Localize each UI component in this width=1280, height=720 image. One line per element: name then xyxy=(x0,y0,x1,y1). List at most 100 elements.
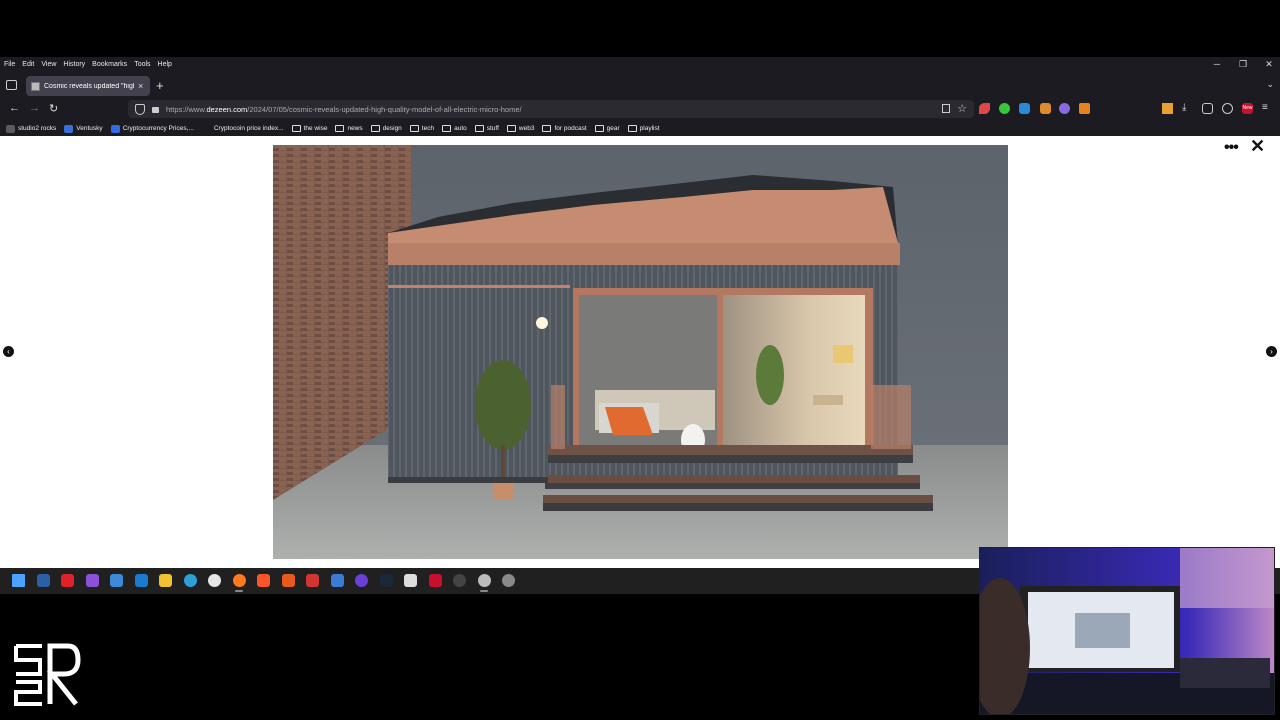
bookmark-label: studio2 rocks xyxy=(18,125,57,132)
extension-arrow-icon[interactable] xyxy=(1162,103,1173,114)
extension-purple-icon[interactable] xyxy=(1059,103,1070,114)
tab-list-chevron-icon[interactable]: ⌄ xyxy=(1266,79,1274,90)
app-circle-icon[interactable] xyxy=(355,574,368,587)
bookmark-label: for podcast xyxy=(554,125,587,132)
bookmark-auto[interactable]: auto xyxy=(442,125,467,132)
bookmark-cryptocurrency-prices[interactable]: Cryptocurrency Prices,... xyxy=(110,124,194,133)
app-red-icon[interactable] xyxy=(61,574,74,587)
extension-blue-badge-icon[interactable] xyxy=(1019,103,1030,114)
app-mask-icon[interactable] xyxy=(404,574,417,587)
metamask-icon[interactable] xyxy=(1079,103,1090,114)
bookmark-the-wise[interactable]: the wise xyxy=(291,125,328,132)
tab-active[interactable]: Cosmic reveals updated "high- × xyxy=(26,76,150,96)
address-bar[interactable]: https://www.dezeen.com/2024/07/05/cosmic… xyxy=(128,100,974,118)
calculator-icon[interactable] xyxy=(134,574,148,587)
bookmark-gear[interactable]: gear xyxy=(594,125,620,132)
menu-icon[interactable]: ≡ xyxy=(1262,102,1268,113)
micro-home-image xyxy=(273,145,1008,559)
visual-studio-icon[interactable] xyxy=(85,574,99,587)
running-indicator xyxy=(480,590,488,592)
micro-home-photo xyxy=(273,145,1008,559)
top-letterbox xyxy=(0,0,1280,57)
itunes-icon[interactable] xyxy=(208,574,221,587)
bookmark-studio2-rocks[interactable]: studio2 rocks xyxy=(6,124,57,133)
menu-help[interactable]: Help xyxy=(158,61,172,68)
app-blue-square-icon[interactable] xyxy=(330,574,344,587)
bookmark-stuff[interactable]: stuff xyxy=(474,125,499,132)
extension-orange-icon[interactable] xyxy=(1040,103,1051,114)
tab-title: Cosmic reveals updated "high- xyxy=(44,82,134,90)
folder-icon xyxy=(594,125,604,132)
remote-desktop-icon[interactable] xyxy=(110,574,123,587)
bookmark-for-podcast[interactable]: for podcast xyxy=(542,125,587,132)
screenshot-icon[interactable] xyxy=(1222,103,1233,114)
bookmark-label: the wise xyxy=(303,125,328,132)
app-orange-icon[interactable] xyxy=(281,574,295,587)
app-wave-icon[interactable] xyxy=(306,574,319,587)
restore-button[interactable]: ❐ xyxy=(1238,59,1248,70)
windows-start-icon[interactable] xyxy=(12,574,25,587)
new-badge-icon[interactable]: New xyxy=(1242,103,1253,114)
menu-history[interactable]: History xyxy=(63,61,85,68)
prev-image-button[interactable]: ‹ xyxy=(3,346,14,357)
tab-list-icon[interactable] xyxy=(6,80,17,90)
powershell-icon[interactable] xyxy=(36,574,50,587)
menu-bookmarks[interactable]: Bookmarks xyxy=(92,61,127,68)
next-image-button[interactable]: › xyxy=(1266,346,1277,357)
edge-icon[interactable] xyxy=(183,574,197,587)
settings-icon[interactable] xyxy=(502,574,515,587)
dezeen-favicon-icon xyxy=(31,81,40,91)
close-gallery-button[interactable]: ✕ xyxy=(1250,136,1265,157)
window-controls: ─ ❐ ✕ xyxy=(1212,59,1274,70)
bookmark-ventusky[interactable]: Ventusky xyxy=(64,124,103,133)
folder-icon xyxy=(291,125,301,132)
tab-strip: Cosmic reveals updated "high- × + ⌄ xyxy=(0,75,1280,97)
chrome-icon[interactable] xyxy=(477,574,491,587)
tab-close-icon[interactable]: × xyxy=(138,81,143,91)
close-window-button[interactable]: ✕ xyxy=(1264,59,1274,70)
app-badge-icon[interactable] xyxy=(428,574,442,587)
folder-icon xyxy=(409,125,419,132)
app-dark-circle-icon[interactable] xyxy=(453,574,466,587)
extension-red-icon[interactable] xyxy=(979,103,990,114)
more-options-button[interactable]: ••• xyxy=(1224,139,1239,157)
folder-icon xyxy=(474,125,484,132)
download-icon[interactable]: ⤓ xyxy=(1182,102,1186,113)
bookmark-design[interactable]: design xyxy=(370,125,402,132)
reload-button[interactable]: ↻ xyxy=(49,102,58,115)
menu-tools[interactable]: Tools xyxy=(134,61,150,68)
bookmark-cryptocoin-price-index[interactable]: Cryptocoin price index... xyxy=(201,124,284,133)
reader-view-icon[interactable] xyxy=(942,104,950,113)
bookmark-label: auto xyxy=(454,125,467,132)
ventusky-icon xyxy=(64,124,74,133)
tracking-shield-icon[interactable] xyxy=(135,103,145,115)
firefox-icon[interactable] xyxy=(232,574,246,587)
folder-icon xyxy=(627,125,637,132)
menu-edit[interactable]: Edit xyxy=(22,61,34,68)
url-text[interactable]: https://www.dezeen.com/2024/07/05/cosmic… xyxy=(166,105,522,114)
extensions-icon[interactable] xyxy=(1202,103,1213,114)
steam-icon[interactable] xyxy=(379,574,393,587)
bookmark-tech[interactable]: tech xyxy=(409,125,435,132)
brave-icon[interactable] xyxy=(257,574,270,587)
forward-button[interactable]: → xyxy=(29,102,40,114)
minimize-button[interactable]: ─ xyxy=(1212,59,1222,70)
cryptocoin-icon xyxy=(201,124,211,133)
menu-file[interactable]: File xyxy=(4,61,15,68)
bookmark-news[interactable]: news xyxy=(335,125,363,132)
new-tab-button[interactable]: + xyxy=(156,78,164,93)
bookmark-label: gear xyxy=(606,125,620,132)
bookmark-playlist[interactable]: playlist xyxy=(627,125,660,132)
bookmark-label: tech xyxy=(421,125,435,132)
folder-icon xyxy=(442,125,452,132)
studio2-icon xyxy=(6,124,15,133)
bookmark-star-icon[interactable]: ☆ xyxy=(957,102,967,115)
menu-view[interactable]: View xyxy=(41,61,56,68)
extension-green-icon[interactable] xyxy=(999,103,1010,114)
back-button[interactable]: ← xyxy=(9,102,20,114)
lock-icon[interactable] xyxy=(152,107,159,113)
file-explorer-icon[interactable] xyxy=(159,574,172,587)
bookmark-web3[interactable]: web3 xyxy=(506,125,534,132)
bookmark-label: news xyxy=(347,125,363,132)
bookmark-label: playlist xyxy=(639,125,660,132)
